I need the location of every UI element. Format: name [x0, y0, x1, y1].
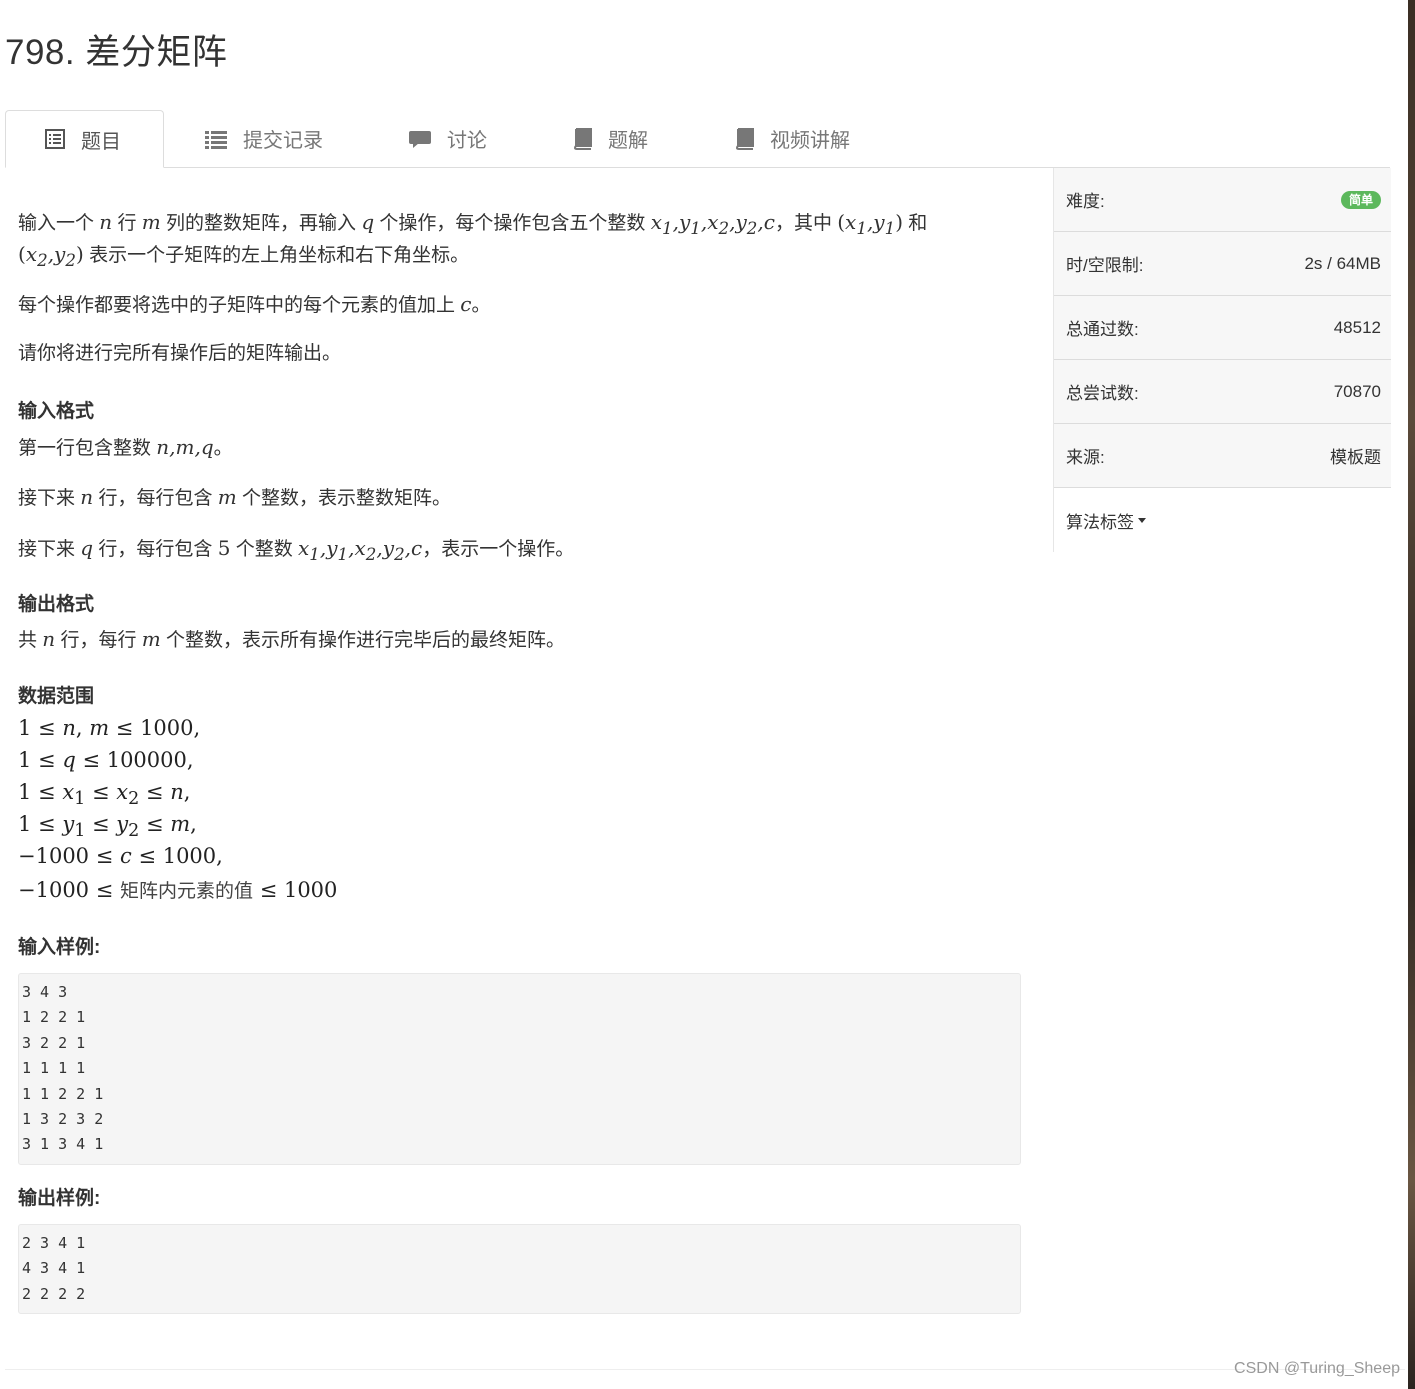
passed-label: 总通过数: [1066, 320, 1139, 339]
range-line-3: 1 ≤ x1 ≤ x2 ≤ n, [18, 780, 191, 810]
problem-info-panel: 难度: 简单 时/空限制: 2s / 64MB 总通过数: 48512 总尝试数… [1053, 168, 1391, 552]
sample-input-heading: 输入样例: [18, 937, 101, 958]
limit-value: 2s / 64MB [1304, 253, 1381, 273]
tried-value: 70870 [1333, 381, 1381, 401]
range-line-4: 1 ≤ y1 ≤ y2 ≤ m, [18, 812, 197, 842]
tab-solutions[interactable]: 题解 [572, 110, 648, 167]
tab-submissions[interactable]: 提交记录 [205, 110, 323, 167]
problem-description-p3: 请你将进行完所有操作后的矩阵输出。 [18, 343, 342, 364]
tried-row: 总尝试数: 70870 [1054, 360, 1391, 424]
problem-description-p2: 每个操作都要将选中的子矩阵中的每个元素的值加上 c。 [18, 292, 491, 316]
comment-icon [409, 129, 431, 149]
sample-output-heading: 输出样例: [18, 1188, 101, 1209]
limit-row: 时/空限制: 2s / 64MB [1054, 232, 1391, 296]
tab-discussion[interactable]: 讨论 [409, 110, 487, 167]
background-strip [1408, 0, 1415, 1389]
tab-label: 题解 [608, 130, 648, 152]
caret-down-icon [1138, 517, 1146, 523]
book-icon [734, 127, 754, 150]
tab-label: 题目 [81, 130, 121, 153]
list-icon [205, 129, 227, 149]
tried-label: 总尝试数: [1066, 384, 1139, 403]
range-line-2: 1 ≤ q ≤ 100000, [18, 748, 194, 772]
footer-divider [5, 1369, 1405, 1370]
problem-description-line2: (x2,y2) 表示一个子矩阵的左上角坐标和右下角坐标。 [18, 242, 470, 270]
book-icon [572, 127, 592, 150]
tab-problem[interactable]: 题目 [5, 110, 164, 168]
source-label: 来源: [1066, 448, 1105, 467]
input-format-line3: 接下来 q 行，每行包含 5 个整数 x1,y1,x2,y2,c，表示一个操作。 [18, 536, 575, 564]
passed-value: 48512 [1333, 317, 1381, 337]
tab-video[interactable]: 视频讲解 [734, 110, 850, 167]
difficulty-row: 难度: 简单 [1054, 168, 1391, 232]
sample-output-code[interactable]: 2 3 4 1 4 3 4 1 2 2 2 2 [18, 1224, 1021, 1315]
tab-label: 讨论 [447, 130, 487, 152]
difficulty-badge: 简单 [1340, 190, 1381, 209]
tab-label: 视频讲解 [770, 130, 850, 152]
range-line-1: 1 ≤ n, m ≤ 1000, [18, 716, 201, 740]
tab-bar: 题目 提交记录 讨论 题解 视频讲解 [5, 110, 1390, 168]
sample-input-code[interactable]: 3 4 3 1 2 2 1 3 2 2 1 1 1 1 1 1 1 2 2 1 … [18, 973, 1021, 1165]
algorithm-tags-toggle[interactable]: 算法标签 [1054, 488, 1391, 552]
tags-label: 算法标签 [1066, 512, 1134, 532]
input-format-line2: 接下来 n 行，每行包含 m 个整数，表示整数矩阵。 [18, 485, 452, 509]
list-alt-icon [45, 129, 65, 149]
source-row: 来源: 模板题 [1054, 424, 1391, 488]
output-format-heading: 输出格式 [18, 594, 95, 615]
passed-row: 总通过数: 48512 [1054, 296, 1391, 360]
input-format-heading: 输入格式 [18, 401, 95, 422]
source-value: 模板题 [1330, 448, 1381, 467]
range-line-6: −1000 ≤ 矩阵内元素的值 ≤ 1000 [18, 878, 338, 902]
input-format-line1: 第一行包含整数 n,m,q。 [18, 435, 233, 459]
page-title: 798. 差分矩阵 [5, 33, 228, 72]
data-range-heading: 数据范围 [18, 686, 95, 707]
range-line-5: −1000 ≤ c ≤ 1000, [18, 844, 223, 868]
limit-label: 时/空限制: [1066, 256, 1144, 275]
difficulty-label: 难度: [1066, 192, 1105, 211]
output-format-line: 共 n 行，每行 m 个整数，表示所有操作进行完毕后的最终矩阵。 [18, 627, 566, 651]
watermark: CSDN @Turing_Sheep [1234, 1360, 1400, 1377]
tab-label: 提交记录 [243, 130, 323, 152]
